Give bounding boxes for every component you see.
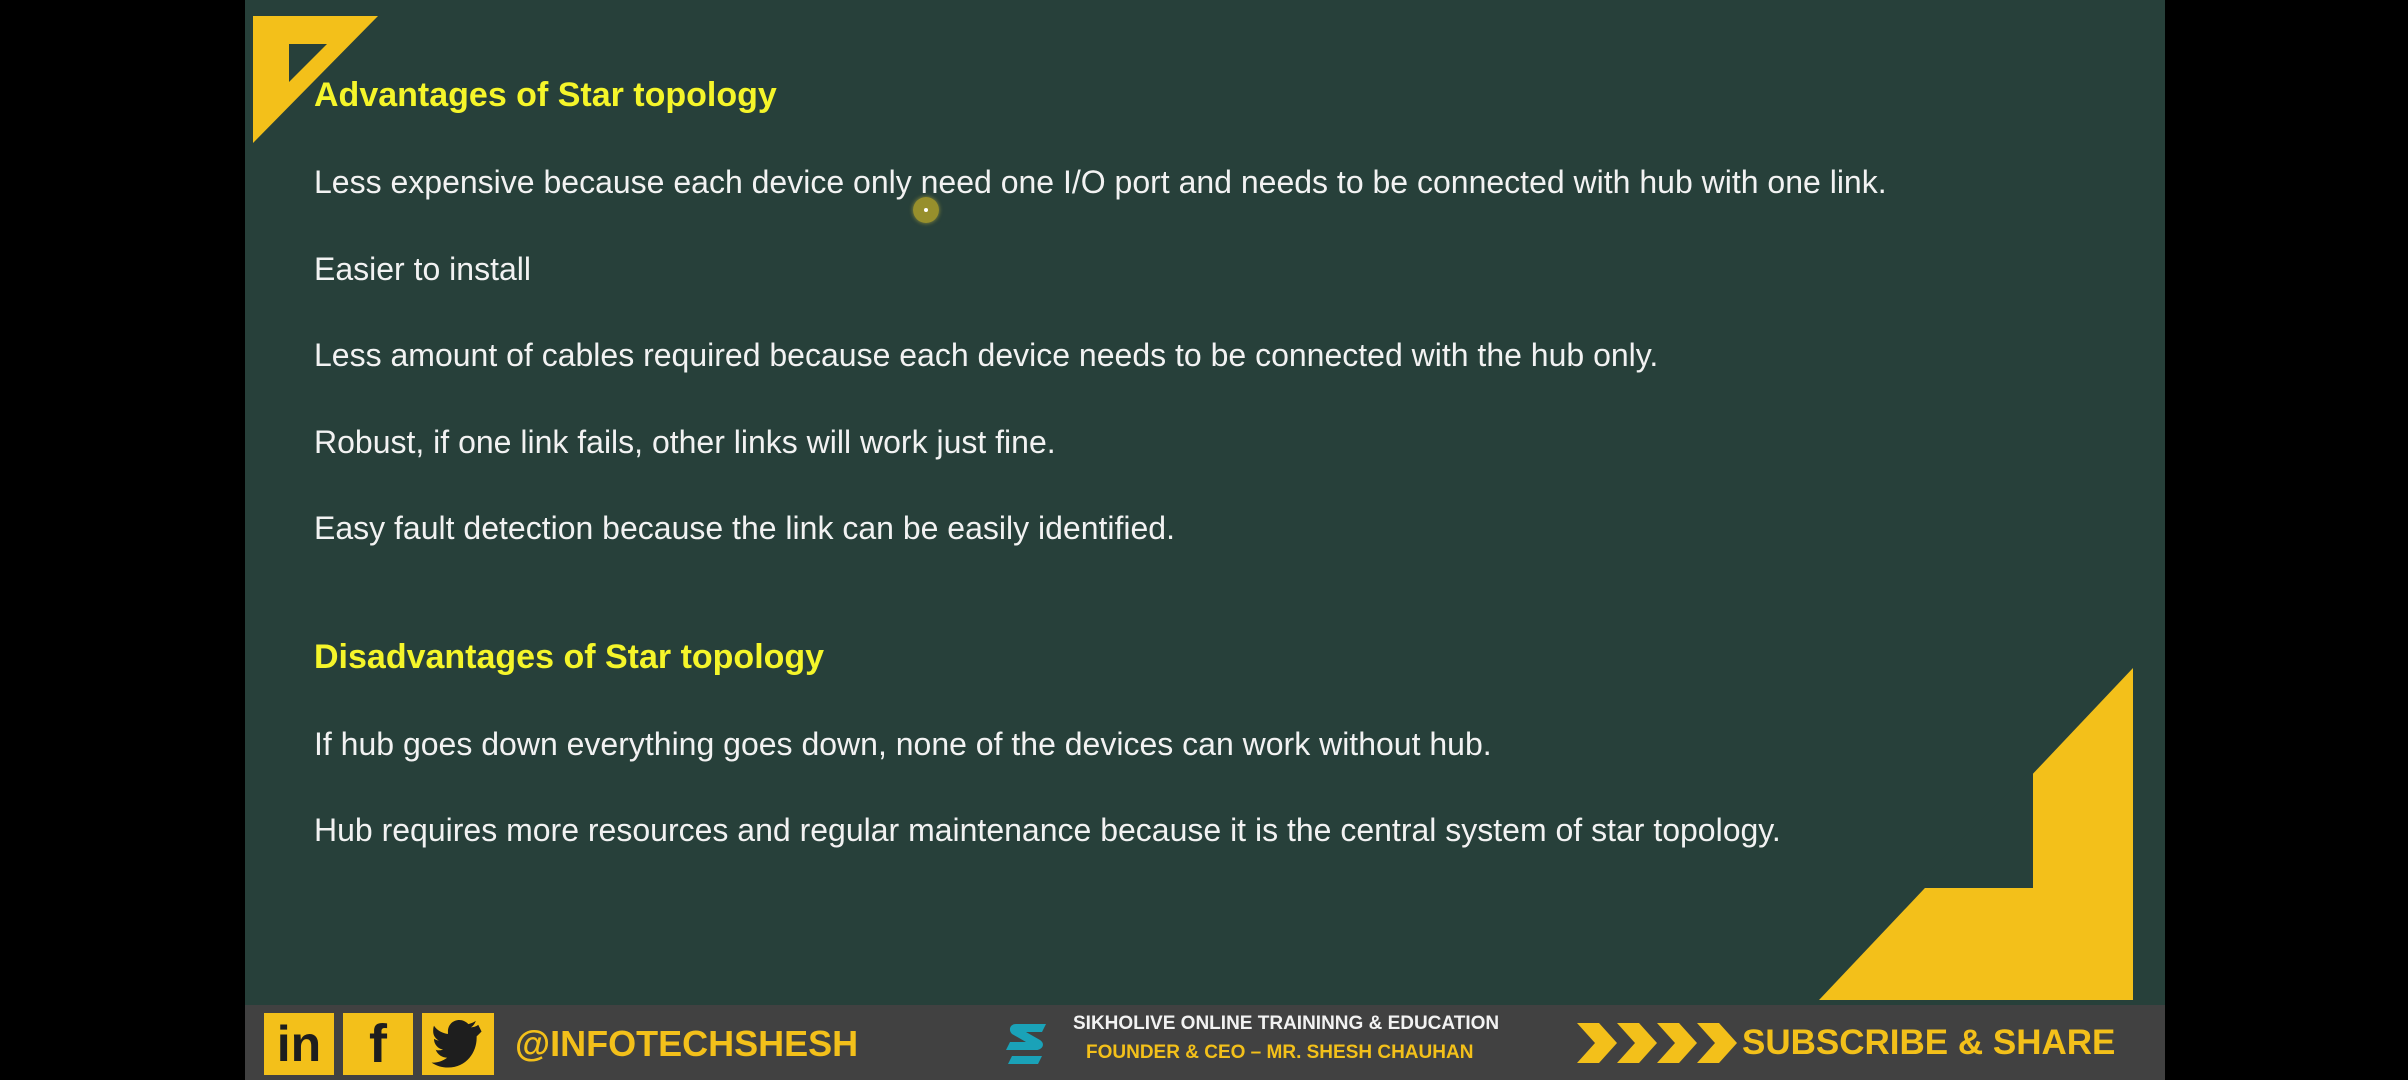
advantage-item: Less expensive because each device only … — [314, 164, 1887, 200]
mouse-cursor-highlight — [913, 197, 939, 223]
chevron-arrows-icon — [1577, 1023, 1737, 1063]
twitter-icon[interactable] — [422, 1013, 494, 1075]
slide: Advantages of Star topology Less expensi… — [245, 0, 2165, 1005]
corner-decoration-top-left — [253, 16, 378, 143]
disadvantage-item: If hub goes down everything goes down, n… — [314, 726, 1492, 762]
organization-name: SIKHOLIVE ONLINE TRAININNG & EDUCATION — [1073, 1013, 1500, 1034]
advantage-item: Robust, if one link fails, other links w… — [314, 424, 1056, 460]
facebook-icon[interactable]: f — [343, 1013, 413, 1075]
advantage-item: Easy fault detection because the link ca… — [314, 510, 1175, 546]
sikholive-logo-icon — [1006, 1024, 1046, 1064]
linkedin-icon[interactable]: in — [264, 1013, 334, 1075]
advantages-heading: Advantages of Star topology — [314, 76, 777, 114]
advantage-item: Easier to install — [314, 251, 531, 287]
disadvantage-item: Hub requires more resources and regular … — [314, 812, 1781, 848]
corner-decoration-bottom-right — [1819, 668, 2133, 1000]
disadvantages-heading: Disadvantages of Star topology — [314, 638, 825, 676]
subscribe-share-text[interactable]: SUBSCRIBE & SHARE — [1742, 1023, 2115, 1063]
founder-line: FOUNDER & CEO – MR. SHESH CHAUHAN — [1086, 1042, 1474, 1063]
footer-bar: in f @INFOTECHSHESH SIKHOLIVE ONLINE TRA… — [245, 1005, 2165, 1080]
advantage-item: Less amount of cables required because e… — [314, 337, 1659, 373]
channel-handle: @INFOTECHSHESH — [515, 1023, 859, 1064]
